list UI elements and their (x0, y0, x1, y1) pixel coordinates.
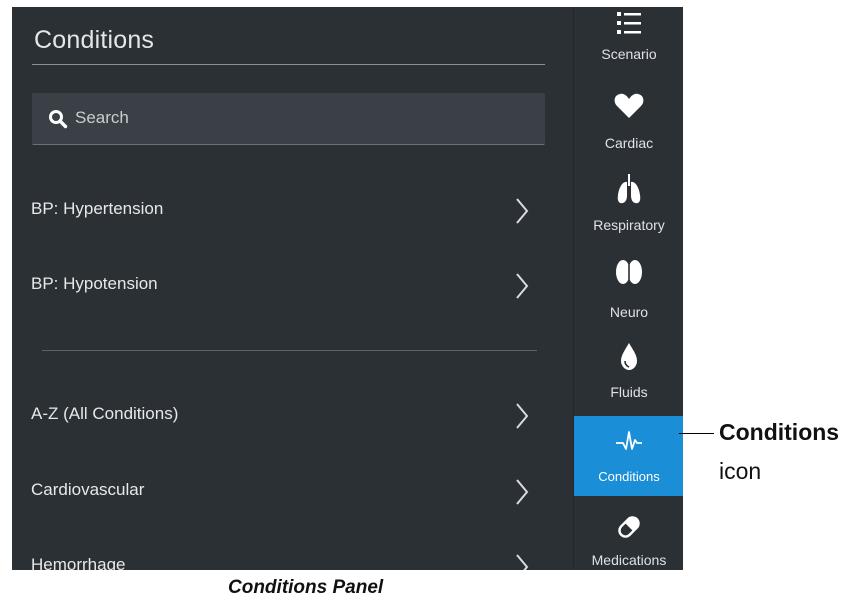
figure-caption: Conditions Panel (228, 577, 384, 598)
heart-icon (613, 91, 645, 123)
list-item-all-conditions[interactable]: A-Z (All Conditions) (12, 386, 560, 446)
pulse-icon (613, 428, 645, 460)
nav-sidebar: Scenario Cardiac Respiratory Neuro Fluid… (573, 7, 683, 570)
brain-icon (613, 256, 645, 288)
callout-subtitle: icon (719, 458, 762, 484)
list-item-label: BP: Hypotension (31, 274, 158, 293)
search-placeholder: Search (75, 108, 129, 127)
callout-title: Conditions (719, 419, 840, 445)
nav-cardiac[interactable]: Cardiac (574, 87, 683, 167)
chevron-right-icon (515, 197, 529, 230)
nav-neuro[interactable]: Neuro (574, 252, 683, 332)
chevron-right-icon (515, 478, 529, 511)
conditions-panel: Conditions Search BP: Hypertension BP: H… (12, 7, 572, 570)
search-icon (48, 109, 68, 134)
pill-icon (613, 511, 645, 543)
list-icon (613, 9, 645, 41)
list-item-cardiovascular[interactable]: Cardiovascular (12, 462, 560, 522)
nav-label: Scenario (601, 46, 657, 62)
list-item-label: BP: Hypertension (31, 199, 164, 218)
title-divider (32, 64, 545, 65)
chevron-right-icon (515, 553, 529, 570)
list-item-hypertension[interactable]: BP: Hypertension (12, 181, 560, 241)
nav-label: Respiratory (593, 217, 665, 233)
nav-label: Conditions (598, 469, 660, 484)
list-item-label: Cardiovascular (31, 480, 145, 499)
nav-scenario[interactable]: Scenario (574, 7, 683, 69)
nav-medications[interactable]: Medications (574, 501, 683, 570)
panel-title: Conditions (34, 26, 155, 54)
list-item-label: A-Z (All Conditions) (31, 404, 179, 423)
nav-conditions[interactable]: Conditions (574, 416, 683, 496)
droplet-icon (613, 340, 645, 372)
nav-label: Cardiac (604, 135, 654, 151)
nav-fluids[interactable]: Fluids (574, 336, 683, 416)
callout-leader-line (679, 433, 714, 434)
chevron-right-icon (515, 402, 529, 435)
nav-respiratory[interactable]: Respiratory (574, 169, 683, 249)
nav-label: Fluids (610, 384, 648, 400)
list-item-label: Hemorrhage (31, 555, 126, 570)
chevron-right-icon (515, 272, 529, 305)
list-item-hemorrhage[interactable]: Hemorrhage (12, 537, 560, 570)
app-screen: Conditions Search BP: Hypertension BP: H… (12, 7, 683, 570)
nav-label: Medications (591, 552, 667, 568)
list-item-hypotension[interactable]: BP: Hypotension (12, 256, 560, 316)
section-divider (42, 350, 537, 351)
lungs-icon (613, 173, 645, 205)
nav-label: Neuro (609, 304, 649, 320)
search-input[interactable]: Search (32, 93, 545, 145)
